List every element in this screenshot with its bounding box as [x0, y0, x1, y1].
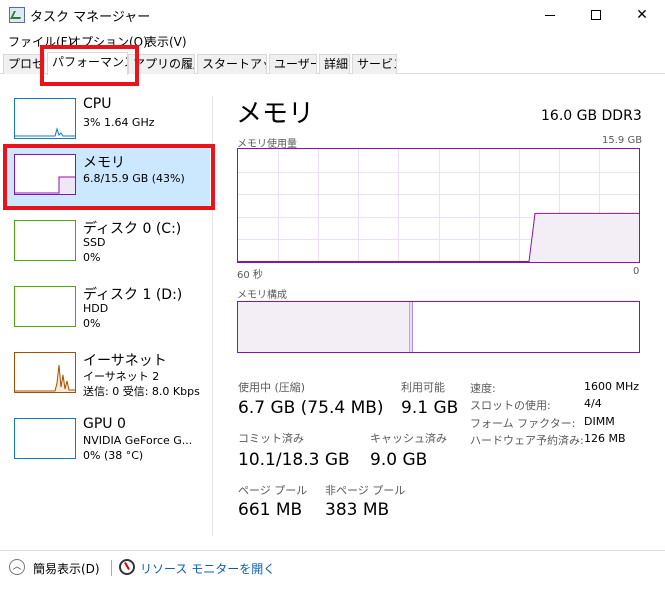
resource-gpu[interactable]: GPU 0 NVIDIA GeForce G... 0% (38 °C): [3, 410, 210, 474]
gpu-graph-icon: [14, 418, 76, 459]
resource-name: ディスク 1 (D:): [83, 287, 183, 303]
speed-value: 1600 MHz: [584, 380, 640, 393]
available-label: 利用可能: [401, 381, 445, 394]
resource-name: CPU: [83, 96, 112, 112]
resource-name: ディスク 0 (C:): [83, 221, 182, 237]
form-factor-value: DIMM: [584, 415, 615, 428]
graph-time-left: 60 秒: [237, 270, 263, 281]
footer-bar: ︿ 簡易表示(D) リソース モニターを開く: [0, 550, 665, 583]
graph-time-right: 0: [633, 266, 640, 277]
resource-detail: SSD: [83, 236, 106, 249]
resource-usage: 送信: 0 受信: 8.0 Kbps: [83, 385, 200, 398]
resource-name: GPU 0: [83, 416, 126, 432]
resource-usage: 0% (38 °C): [83, 449, 144, 462]
slots-label: スロットの使用:: [470, 399, 551, 412]
available-value: 9.1 GB: [401, 398, 459, 418]
paged-pool-value: 661 MB: [238, 500, 303, 520]
highlight-box-memory-item: [3, 144, 215, 210]
memory-composition-bar: [237, 301, 640, 353]
nonpaged-pool-label: 非ページ プール: [325, 484, 406, 497]
minimize-icon: [545, 14, 555, 16]
resource-detail: 3% 1.64 GHz: [83, 116, 155, 129]
committed-label: コミット済み: [238, 432, 304, 445]
highlight-box-performance-tab: [40, 45, 139, 86]
menu-view[interactable]: 表示(V): [145, 33, 187, 50]
tab-startup[interactable]: スタートアップ: [197, 54, 267, 74]
composition-modified: [410, 302, 413, 352]
paged-pool-label: ページ プール: [238, 484, 308, 497]
hardware-reserved-value: 126 MB: [584, 432, 626, 445]
resource-disk-0[interactable]: ディスク 0 (C:) SSD 0%: [3, 212, 210, 276]
resource-detail: HDD: [83, 302, 109, 315]
footer-separator: [111, 560, 112, 576]
chevron-up-icon[interactable]: ︿: [9, 559, 25, 575]
window-title: タスク マネージャー: [30, 10, 151, 25]
resource-usage: 0%: [83, 251, 101, 264]
resource-name: イーサネット: [83, 353, 167, 369]
nonpaged-pool-value: 383 MB: [325, 500, 390, 520]
resource-detail: イーサネット 2: [83, 370, 160, 383]
tab-users[interactable]: ユーザー: [269, 54, 317, 74]
detail-title: メモリ: [236, 99, 315, 129]
composition-label: メモリ構成: [237, 290, 287, 301]
memory-spec: 16.0 GB DDR3: [541, 108, 642, 124]
close-button[interactable]: ✕: [619, 0, 665, 30]
hardware-reserved-label: ハードウェア予約済み:: [470, 434, 584, 447]
tab-services[interactable]: サービス: [352, 54, 397, 74]
maximize-icon: [591, 10, 601, 20]
memory-usage-area: [529, 213, 639, 262]
resource-ethernet[interactable]: イーサネット イーサネット 2 送信: 0 受信: 8.0 Kbps: [3, 344, 210, 408]
cached-value: 9.0 GB: [370, 450, 428, 470]
composition-in-use: [238, 302, 410, 352]
maximize-button[interactable]: [573, 0, 619, 30]
resource-detail: NVIDIA GeForce G...: [83, 434, 193, 447]
memory-usage-graph: [237, 148, 640, 263]
ethernet-graph-icon: [14, 352, 76, 393]
speed-label: 速度:: [470, 382, 496, 395]
slots-value: 4/4: [584, 397, 602, 410]
in-use-label: 使用中 (圧縮): [238, 381, 306, 394]
tab-details[interactable]: 詳細: [319, 54, 350, 74]
memory-usage-grid: [238, 149, 639, 262]
tab-processes[interactable]: プロセス: [3, 54, 45, 74]
cpu-graph-icon: [14, 98, 76, 139]
resource-monitor-icon[interactable]: [119, 559, 135, 575]
resource-disk-1[interactable]: ディスク 1 (D:) HDD 0%: [3, 278, 210, 342]
minimize-button[interactable]: [527, 0, 573, 30]
disk-graph-icon: [14, 220, 76, 261]
title-bar: タスク マネージャー ✕: [0, 0, 665, 30]
form-factor-label: フォーム ファクター:: [470, 417, 576, 430]
committed-value: 10.1/18.3 GB: [238, 450, 350, 470]
disk-graph-icon: [14, 286, 76, 327]
cpu-sparkline: [15, 127, 75, 137]
ethernet-sparkline: [15, 364, 75, 392]
in-use-value: 6.7 GB (75.4 MB): [238, 398, 384, 418]
usage-graph-max: 15.9 GB: [602, 135, 643, 146]
open-resource-monitor-link[interactable]: リソース モニターを開く: [140, 560, 275, 577]
cached-label: キャッシュ済み: [370, 432, 447, 445]
resource-usage: 0%: [83, 317, 101, 330]
fewer-details-button[interactable]: 簡易表示(D): [33, 560, 100, 577]
task-manager-app-icon: [9, 7, 25, 23]
